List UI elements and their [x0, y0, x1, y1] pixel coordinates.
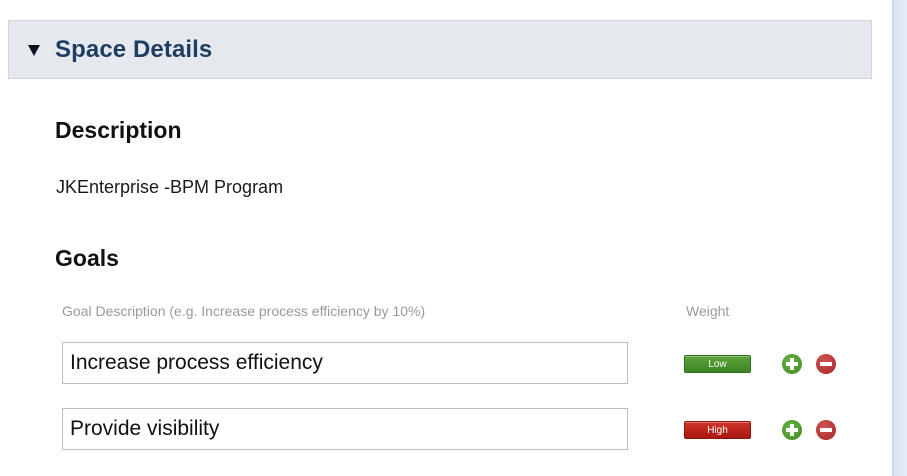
weight-high-button[interactable]: High [684, 421, 751, 439]
triangle-down-icon[interactable] [28, 45, 40, 56]
remove-goal-button[interactable] [816, 420, 836, 440]
right-side-panel [892, 0, 907, 476]
weight-column-label: Weight [686, 303, 730, 319]
goal-row: Low [0, 342, 880, 384]
add-goal-button[interactable] [782, 354, 802, 374]
goal-description-input[interactable] [62, 408, 628, 450]
description-heading: Description [55, 117, 182, 143]
add-goal-button[interactable] [782, 420, 802, 440]
description-text: JKEnterprise -BPM Program [56, 177, 284, 197]
weight-low-button[interactable]: Low [684, 355, 751, 373]
remove-goal-button[interactable] [816, 354, 836, 374]
section-title: Space Details [55, 35, 213, 63]
goal-row: High [0, 408, 880, 450]
space-details-header[interactable]: Space Details [8, 20, 872, 79]
goal-description-column-label: Goal Description (e.g. Increase process … [62, 303, 426, 319]
goal-description-input[interactable] [62, 342, 628, 384]
goals-heading: Goals [55, 245, 119, 271]
